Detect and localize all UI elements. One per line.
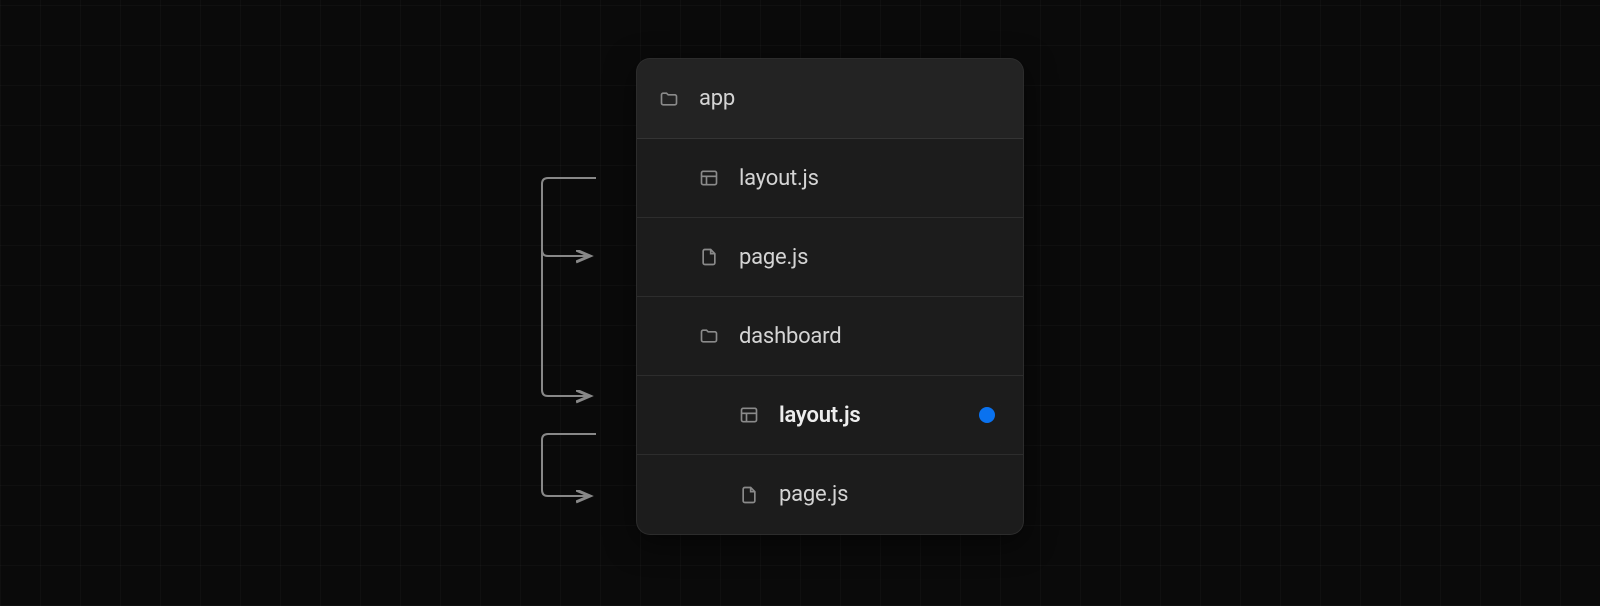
layout-icon xyxy=(699,168,719,188)
file-icon xyxy=(739,485,759,505)
tree-item-dashboard-page[interactable]: page.js xyxy=(637,455,1023,534)
tree-item-label: layout.js xyxy=(739,166,819,191)
tree-item-page[interactable]: page.js xyxy=(637,218,1023,297)
file-icon xyxy=(699,247,719,267)
file-tree-panel: app layout.js page.js dashboard layout.j… xyxy=(636,58,1024,535)
active-indicator-dot xyxy=(979,407,995,423)
tree-root-label: app xyxy=(699,86,735,111)
tree-item-label: layout.js xyxy=(779,403,860,428)
folder-icon xyxy=(699,326,719,346)
folder-icon xyxy=(659,89,679,109)
hierarchy-arrows xyxy=(540,170,640,530)
tree-item-layout[interactable]: layout.js xyxy=(637,139,1023,218)
tree-item-dashboard-layout[interactable]: layout.js xyxy=(637,376,1023,455)
tree-root-row[interactable]: app xyxy=(637,59,1023,139)
tree-item-label: dashboard xyxy=(739,324,841,349)
tree-item-label: page.js xyxy=(779,482,848,507)
tree-item-dashboard-folder[interactable]: dashboard xyxy=(637,297,1023,376)
layout-icon xyxy=(739,405,759,425)
tree-item-label: page.js xyxy=(739,245,808,270)
